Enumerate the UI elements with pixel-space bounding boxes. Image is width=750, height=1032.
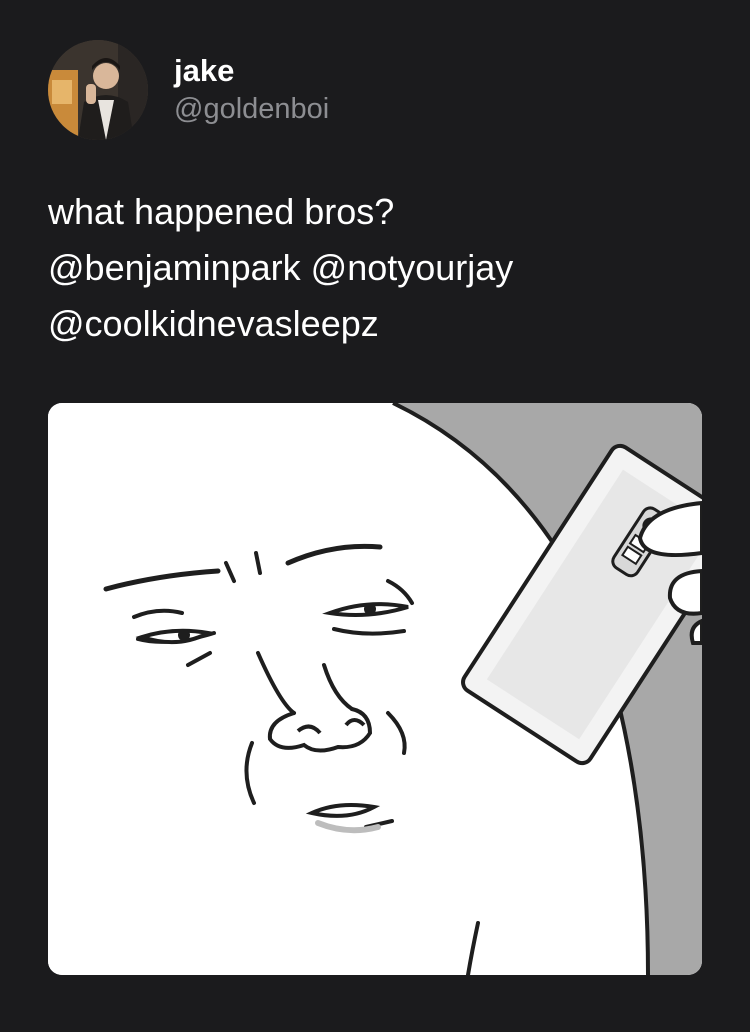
avatar[interactable] [48,40,148,140]
tweet-text-line: what happened bros? [48,191,395,232]
user-handle[interactable]: @goldenboi [174,91,329,127]
tweet-card: jake @goldenboi what happened bros? @ben… [0,0,750,1032]
display-name[interactable]: jake [174,53,329,89]
tweet-text: what happened bros? @benjaminpark @notyo… [48,184,708,352]
cartoon-face-meme-image-icon [48,403,702,975]
tweet-media[interactable] [48,403,702,975]
profile-photo-icon [48,40,148,140]
tweet-text-line[interactable]: @coolkidnevasleepz [48,296,708,352]
tweet-text-line[interactable]: @benjaminpark @notyourjay [48,240,708,296]
tweet-author[interactable]: jake @goldenboi [48,40,329,140]
author-names: jake @goldenboi [174,53,329,127]
